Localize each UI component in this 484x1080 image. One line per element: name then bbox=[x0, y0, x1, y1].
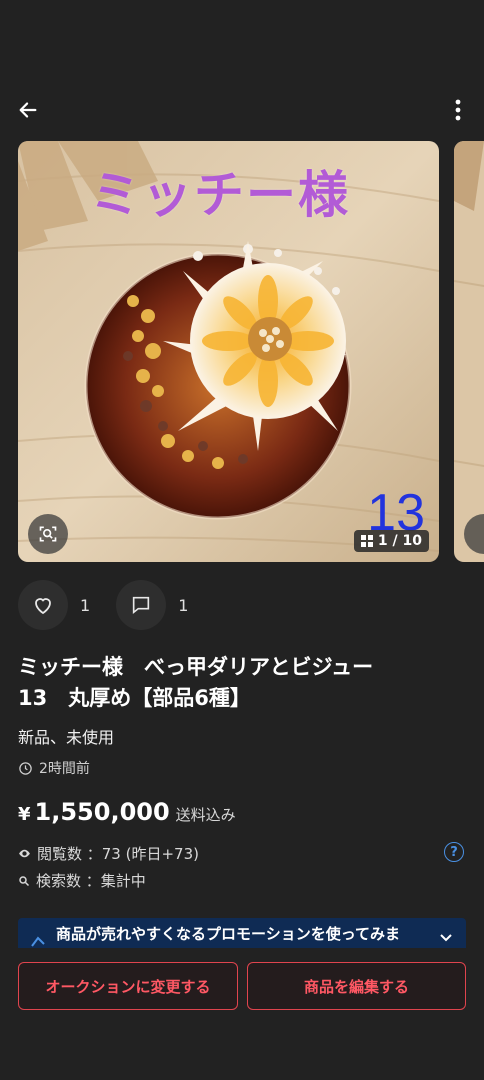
help-icon[interactable]: ? bbox=[444, 842, 464, 862]
posted-time-text: 2時間前 bbox=[39, 761, 90, 777]
image-search-icon bbox=[39, 526, 57, 542]
comment-count: 1 bbox=[178, 595, 189, 615]
promotion-banner[interactable]: 商品が売れやすくなるプロモーションを使ってみま bbox=[18, 918, 466, 948]
search-count: 検索数 ：集計中 bbox=[18, 870, 146, 891]
photo-carousel[interactable]: ミッチー様 13 1 / 10 bbox=[18, 141, 484, 562]
view-count: 閲覧数 ：73 (昨日+73) bbox=[18, 843, 199, 864]
price-currency: ¥ bbox=[18, 804, 31, 825]
top-bar bbox=[0, 88, 484, 132]
back-button[interactable] bbox=[12, 94, 44, 126]
like-count: 1 bbox=[80, 595, 91, 615]
action-row: 1 1 bbox=[18, 580, 214, 630]
heart-icon bbox=[35, 598, 51, 615]
arrow-left-icon bbox=[19, 102, 37, 118]
promotion-text: 商品が売れやすくなるプロモーションを使ってみま bbox=[56, 925, 400, 943]
clock-icon bbox=[19, 761, 32, 775]
grid-icon bbox=[360, 535, 373, 547]
edit-item-button[interactable]: 商品を編集する bbox=[247, 962, 466, 1010]
product-photo[interactable]: ミッチー様 13 1 / 10 bbox=[18, 141, 439, 562]
item-title: ミッチー様 べっ甲ダリアとビジュー 13 丸厚め【部品6種】 bbox=[18, 652, 468, 714]
more-vertical-icon bbox=[455, 99, 461, 121]
more-options-button[interactable] bbox=[446, 94, 470, 126]
next-photo-image bbox=[454, 141, 484, 562]
image-search-button[interactable] bbox=[28, 514, 68, 554]
photo-counter-text: 1 / 10 bbox=[377, 533, 422, 549]
next-product-photo[interactable] bbox=[454, 141, 484, 562]
item-title-line2: 13 丸厚め【部品6種】 bbox=[18, 686, 251, 710]
search-icon bbox=[19, 875, 30, 886]
eye-icon bbox=[19, 849, 30, 858]
shipping-label: 送料込み bbox=[175, 806, 236, 824]
comment-button[interactable] bbox=[116, 580, 167, 630]
price-amount: 1,550,000 bbox=[34, 798, 170, 826]
chevron-down-icon bbox=[440, 934, 452, 942]
search-count-text: 検索数 ：集計中 bbox=[36, 872, 146, 890]
view-count-text: 閲覧数 ：73 (昨日+73) bbox=[37, 845, 199, 863]
posted-time: 2時間前 bbox=[18, 758, 90, 778]
price: ¥ 1,550,000 送料込み bbox=[18, 798, 236, 826]
like-button[interactable] bbox=[18, 580, 68, 630]
change-to-auction-button[interactable]: オークションに変更する bbox=[18, 962, 238, 1010]
photo-counter: 1 / 10 bbox=[353, 530, 429, 552]
comment-icon bbox=[133, 596, 150, 615]
megaphone-icon bbox=[31, 936, 45, 947]
item-title-line1: ミッチー様 べっ甲ダリアとビジュー bbox=[18, 655, 374, 679]
photo-overlay-name: ミッチー様 bbox=[90, 166, 350, 224]
item-condition: 新品、未使用 bbox=[18, 728, 115, 747]
